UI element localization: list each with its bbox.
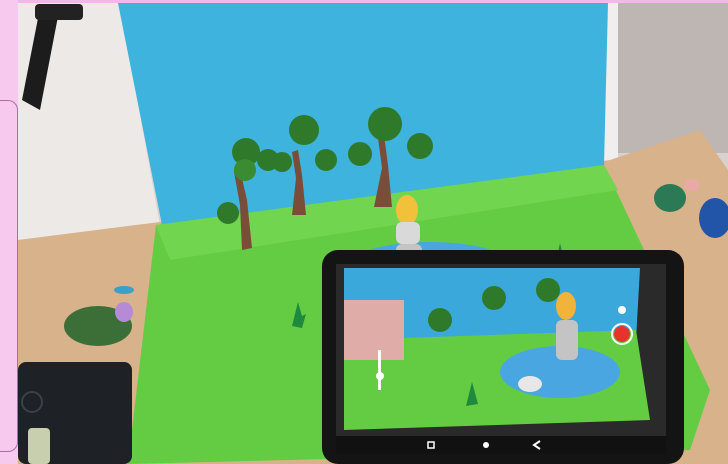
home-icon bbox=[483, 442, 489, 448]
lamp-head bbox=[35, 4, 83, 20]
clay-tool bbox=[28, 428, 50, 464]
clay-blue-piece bbox=[114, 286, 134, 294]
tablet-device bbox=[322, 250, 684, 464]
record-icon bbox=[614, 326, 630, 342]
wall-right bbox=[610, 3, 728, 153]
clay-green-right bbox=[654, 184, 686, 212]
settings-icon bbox=[618, 306, 626, 314]
clay-purple-blob bbox=[115, 302, 133, 322]
zoom-slider-icon bbox=[378, 350, 381, 390]
stop-motion-photo bbox=[18, 3, 728, 464]
clay-pink-right bbox=[684, 179, 700, 191]
